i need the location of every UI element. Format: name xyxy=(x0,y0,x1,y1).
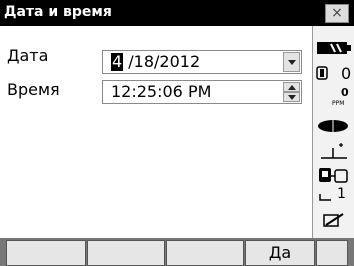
ok-button-label: Да xyxy=(268,243,292,262)
arrow-up-icon xyxy=(288,85,296,90)
time-value: 12:25:06 PM xyxy=(111,82,212,101)
time-spin-down-button[interactable] xyxy=(283,92,300,102)
input-mode-icon xyxy=(323,213,344,227)
time-label: Время xyxy=(7,80,60,99)
ppm-unit: PPM xyxy=(332,100,345,107)
time-spin-up-button[interactable] xyxy=(283,82,300,92)
title-bar: Дата и время × xyxy=(0,0,354,26)
softkey-bar: Да xyxy=(0,238,354,266)
softkey-extra[interactable] xyxy=(316,240,348,266)
close-icon: × xyxy=(331,5,343,21)
date-field[interactable]: 4 /18/2012 xyxy=(102,50,302,74)
mode-value: 1 xyxy=(337,186,346,202)
softkey-f1[interactable] xyxy=(6,240,86,266)
softkey-f2[interactable] xyxy=(87,240,165,266)
mode-icon xyxy=(319,194,331,201)
window-title: Дата и время xyxy=(4,4,112,20)
content-area: Дата 4 /18/2012 Время 12:25:06 PM xyxy=(0,26,312,238)
battery-icon xyxy=(317,42,351,54)
status-sidebar: 0 0 PPM 1 xyxy=(312,26,354,238)
time-field[interactable]: 12:25:06 PM xyxy=(102,80,302,104)
date-dropdown-button[interactable] xyxy=(283,52,300,72)
close-button[interactable]: × xyxy=(325,4,349,23)
date-label: Дата xyxy=(7,46,49,65)
ok-button[interactable]: Да xyxy=(245,240,315,266)
time-spinner[interactable] xyxy=(283,82,300,102)
softkey-f3[interactable] xyxy=(166,240,244,266)
tilt-icon xyxy=(321,143,347,159)
date-month-cursor: 4 xyxy=(111,52,124,71)
instrument-icon xyxy=(319,168,348,183)
ppm-value: 0 xyxy=(341,86,349,99)
chevron-down-icon xyxy=(288,60,296,65)
prism-icon xyxy=(316,66,328,80)
arrow-down-icon xyxy=(288,95,296,100)
date-value: 4 /18/2012 xyxy=(111,51,200,73)
target-icon xyxy=(318,120,348,132)
offset-value: 0 xyxy=(341,64,352,83)
date-value-rest: /18/2012 xyxy=(123,52,201,71)
